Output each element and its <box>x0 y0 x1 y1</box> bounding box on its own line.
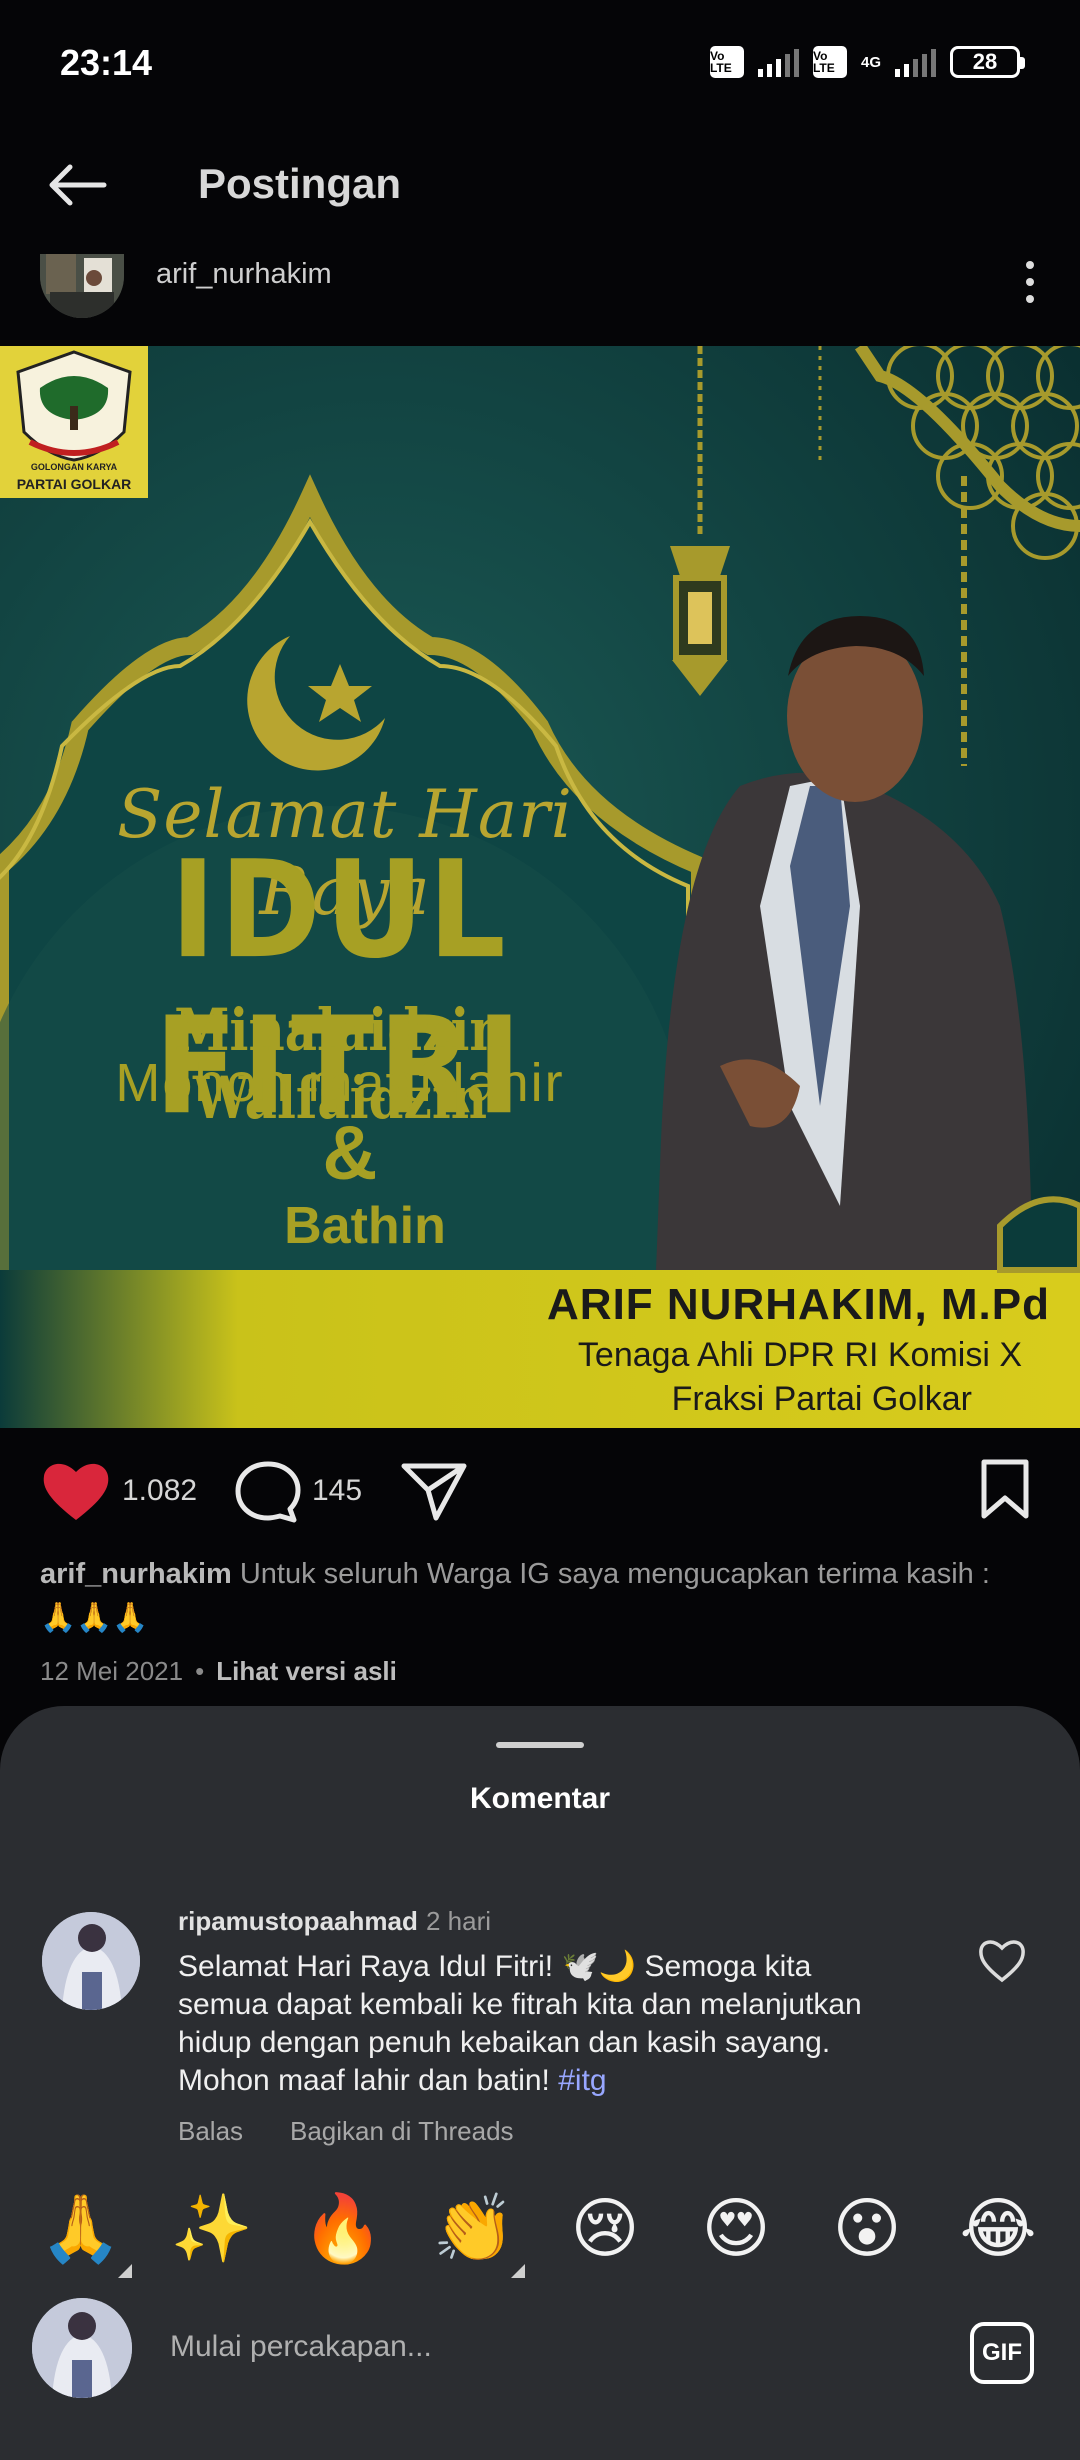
like-count[interactable]: 1.082 <box>122 1474 197 1508</box>
emoji-sparkles[interactable]: ✨ <box>167 2184 257 2274</box>
emoji-laughing[interactable]: 😂 <box>953 2184 1043 2274</box>
commenter-avatar[interactable] <box>42 1912 140 2010</box>
person-role-2: Fraksi Partai Golkar <box>671 1380 972 1418</box>
volte-icon-2: Vo LTE <box>812 46 847 78</box>
post-image[interactable]: GOLONGAN KARYA PARTAI GOLKAR Selamat Har… <box>0 346 1080 1428</box>
golkar-logo: GOLONGAN KARYA PARTAI GOLKAR <box>0 346 148 498</box>
ampersand-text: & <box>322 1111 378 1196</box>
status-bar: 23:14 Vo LTE Vo LTE 4G 28 <box>0 0 1080 130</box>
comment-body: Selamat Hari Raya Idul Fitri! 🕊️🌙 Semoga… <box>178 1950 862 2097</box>
emoji-pray[interactable]: 🙏 <box>36 2184 132 2278</box>
sheet-drag-handle[interactable] <box>496 1742 584 1748</box>
golkar-emblem <box>16 350 132 462</box>
like-button[interactable] <box>40 1458 112 1524</box>
page-title: Postingan <box>198 160 402 207</box>
status-icons: Vo LTE Vo LTE 4G 28 <box>709 46 1025 78</box>
comment-item: ripamustopaahmad 2 hari Selamat Hari Ray… <box>0 1894 1080 2154</box>
commenter-username[interactable]: ripamustopaahmad <box>178 1906 418 1937</box>
avatar-photo <box>40 254 124 318</box>
send-icon <box>401 1463 467 1521</box>
share-button[interactable] <box>398 1458 470 1524</box>
more-options-icon[interactable] <box>1002 252 1058 312</box>
person-role-1: Tenaga Ahli DPR RI Komisi X <box>577 1336 1022 1374</box>
see-original-link[interactable]: Lihat versi asli <box>216 1656 397 1686</box>
caption-username[interactable]: arif_nurhakim <box>40 1558 232 1590</box>
emoji-clap[interactable]: 👏 <box>429 2184 525 2278</box>
post-date: 12 Mei 2021 <box>40 1656 184 1686</box>
heart-filled-icon <box>43 1463 109 1520</box>
sheet-title: Komentar <box>469 1782 611 1815</box>
reply-button[interactable]: Balas <box>178 2116 243 2147</box>
post-caption: arif_nurhakim Untuk seluruh Warga IG say… <box>40 1552 1050 1640</box>
author-avatar[interactable] <box>40 254 124 318</box>
comment-time: 2 hari <box>426 1906 492 1936</box>
header: Postingan <box>0 140 1080 230</box>
greeting-line-2: Mohon maaf lahir <box>115 1053 565 1113</box>
back-button[interactable] <box>40 152 112 218</box>
share-threads-button[interactable]: Bagikan di Threads <box>290 2116 514 2147</box>
post-author-row: arif_nurhakim <box>0 244 1080 320</box>
signal-icon <box>757 47 799 77</box>
comment-text: Selamat Hari Raya Idul Fitri! 🕊️🌙 Semoga… <box>178 1948 908 2100</box>
status-time: 23:14 <box>60 42 153 83</box>
arrow-left-icon <box>49 164 107 206</box>
signal-icon-2 <box>895 47 936 77</box>
avatar-photo <box>42 1912 140 2010</box>
emoji-surprised[interactable]: 😮 <box>822 2184 912 2274</box>
emoji-heart-eyes[interactable]: 😍 <box>691 2184 781 2274</box>
heart-outline-icon <box>979 1940 1025 1983</box>
comment-like-button[interactable] <box>976 1936 1028 1986</box>
emoji-fire[interactable]: 🔥 <box>298 2184 388 2274</box>
person-name: ARIF NURHAKIM, M.Pd <box>547 1280 1050 1329</box>
logo-line-2: PARTAI GOLKAR <box>16 476 132 492</box>
comment-hashtag[interactable]: #itg <box>558 2064 606 2097</box>
comments-sheet: Komentar ripamustopaahmad 2 hari Selamat… <box>0 1706 1080 2460</box>
gif-button[interactable]: GIF <box>970 2322 1034 2384</box>
meta-separator: • <box>195 1656 205 1686</box>
caption-text: Untuk seluruh Warga IG saya mengucapkan … <box>239 1558 990 1590</box>
comment-button[interactable] <box>232 1458 304 1524</box>
greeting-line-3: Bathin <box>284 1197 446 1255</box>
caption-emoji: 🙏🙏🙏 <box>40 1602 149 1634</box>
comment-count[interactable]: 145 <box>312 1474 362 1508</box>
avatar-photo <box>32 2298 132 2398</box>
network-type: 4G <box>860 53 881 71</box>
author-username[interactable]: arif_nurhakim <box>156 258 332 291</box>
comment-bubble-icon <box>235 1461 301 1523</box>
battery-level: 28 <box>972 49 998 74</box>
comment-input[interactable] <box>150 2314 930 2380</box>
quick-reaction-bar: 🙏 ✨ 🔥 👏 😢 😍 😮 😂 <box>0 2184 1080 2284</box>
battery-icon: 28 <box>950 46 1025 78</box>
current-user-avatar <box>32 2298 132 2398</box>
comment-composer: GIF <box>0 2284 1080 2404</box>
logo-line-1: GOLONGAN KARYA <box>30 462 118 472</box>
post-meta: 12 Mei 2021 • Lihat versi asli <box>40 1656 397 1687</box>
post-actions: 1.082 145 <box>0 1450 1080 1530</box>
emoji-crying[interactable]: 😢 <box>560 2184 650 2274</box>
volte-icon: Vo LTE <box>709 46 744 78</box>
save-button[interactable] <box>974 1456 1036 1522</box>
bookmark-icon <box>981 1459 1029 1519</box>
